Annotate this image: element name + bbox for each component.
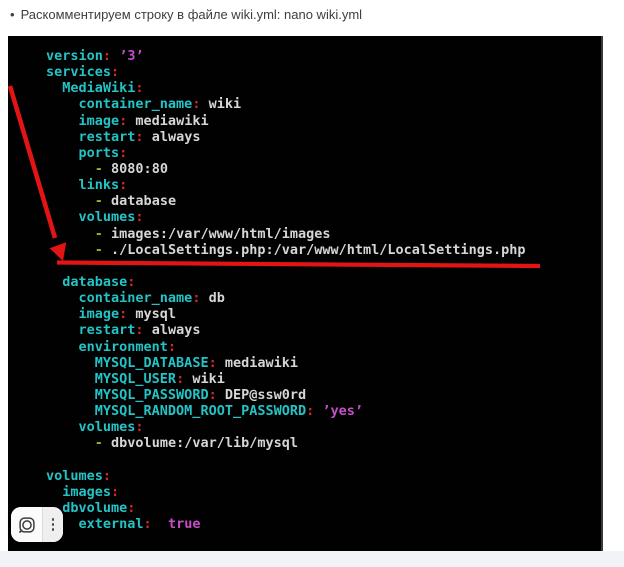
code-line: version: ’3’ xyxy=(46,48,601,64)
terminal-code: version: ’3’services: MediaWiki: contain… xyxy=(46,48,601,548)
visual-search-button[interactable] xyxy=(11,507,42,542)
code-line: image: mysql xyxy=(46,306,601,322)
more-options-icon xyxy=(52,518,55,521)
code-line: ports: xyxy=(46,145,601,161)
code-line: images: xyxy=(46,484,601,500)
code-line: database: xyxy=(46,274,601,290)
code-line: MYSQL_USER: wiki xyxy=(46,371,601,387)
code-line: volumes: xyxy=(46,209,601,225)
code-line: external: true xyxy=(46,516,601,532)
code-line: MYSQL_DATABASE: mediawiki xyxy=(46,355,601,371)
caption-text: Раскомментируем строку в файле wiki.yml:… xyxy=(21,7,363,22)
caption: • Раскомментируем строку в файле wiki.yml… xyxy=(10,7,362,22)
code-line: - images:/var/www/html/images xyxy=(46,226,601,242)
code-line: MYSQL_PASSWORD: DEP@ssw0rd xyxy=(46,387,601,403)
code-line: - database xyxy=(46,193,601,209)
code-line: container_name: wiki xyxy=(46,96,601,112)
code-line: services: xyxy=(46,64,601,80)
terminal-window: version: ’3’services: MediaWiki: contain… xyxy=(8,36,603,551)
page: • Раскомментируем строку в файле wiki.yml… xyxy=(0,0,624,567)
code-line xyxy=(46,452,601,468)
code-line xyxy=(46,258,601,274)
visual-search-icon xyxy=(17,515,37,535)
code-line: MediaWiki: xyxy=(46,80,601,96)
code-line: volumes: xyxy=(46,419,601,435)
image-search-widget xyxy=(11,507,63,542)
code-line: - 8080:80 xyxy=(46,161,601,177)
code-line: environment: xyxy=(46,339,601,355)
page-background-strip xyxy=(0,551,624,567)
code-line: ~ xyxy=(46,532,601,548)
code-line: restart: always xyxy=(46,129,601,145)
code-line: image: mediawiki xyxy=(46,113,601,129)
code-line: dbvolume: xyxy=(46,500,601,516)
code-line: MYSQL_RANDOM_ROOT_PASSWORD: ’yes’ xyxy=(46,403,601,419)
code-line: restart: always xyxy=(46,322,601,338)
code-line: - ./LocalSettings.php:/var/www/html/Loca… xyxy=(46,242,601,258)
code-line: links: xyxy=(46,177,601,193)
more-options-button[interactable] xyxy=(43,507,63,542)
caption-bullet: • xyxy=(10,7,15,22)
code-line: container_name: db xyxy=(46,290,601,306)
code-line: volumes: xyxy=(46,468,601,484)
code-line: - dbvolume:/var/lib/mysql xyxy=(46,435,601,451)
